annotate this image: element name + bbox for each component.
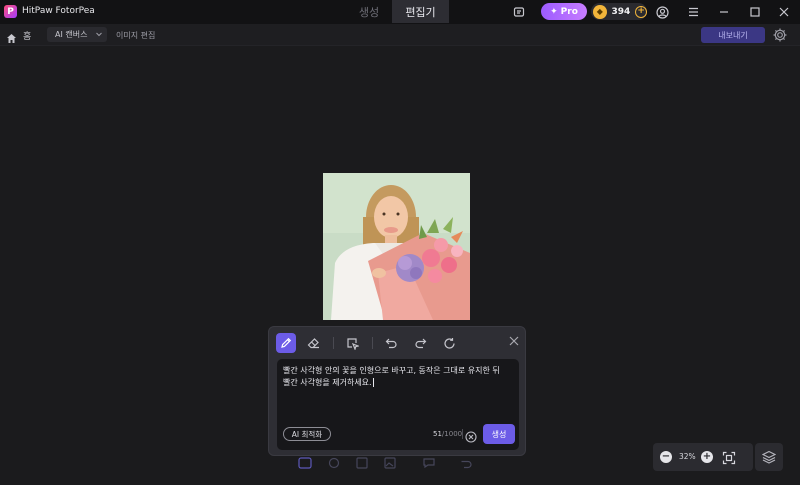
ai-canvas-label: AI 캔버스 (55, 30, 88, 39)
redo-button[interactable] (410, 333, 430, 353)
ai-tool-icon[interactable] (298, 454, 312, 469)
breadcrumb-image-edit: 이미지 편집 (116, 31, 156, 40)
undo-dim-icon[interactable] (460, 454, 474, 469)
undo-icon (385, 338, 397, 349)
pro-label: Pro (560, 6, 578, 17)
toolbar-divider (333, 337, 334, 349)
sub-toolbar: 홈 AI 캔버스 이미지 편집 내보내기 (0, 24, 800, 46)
prompt-text[interactable]: 빨간 사각형 안의 꽃을 인형으로 바꾸고, 동작은 그대로 유지한 뒤 빨간 … (283, 365, 515, 389)
layers-icon (762, 450, 776, 464)
zoom-controls: − 32% + (653, 443, 753, 471)
title-bar: P HitPaw FotorPea 생성 편집기 ✦ Pro ◆ 394 + (0, 0, 800, 24)
home-label[interactable]: 홈 (23, 29, 31, 42)
select-cursor-icon (346, 337, 359, 350)
comment-tool-icon[interactable] (423, 454, 437, 469)
pro-button[interactable]: ✦ Pro (541, 3, 587, 20)
prompt-text-value: 빨간 사각형 안의 꽃을 인형으로 바꾸고, 동작은 그대로 유지한 뒤 빨간 … (283, 366, 500, 387)
coin-icon: ◆ (593, 4, 607, 19)
screen-record-icon[interactable] (511, 4, 527, 20)
toolbar-divider (372, 337, 373, 349)
tab-editor[interactable]: 편집기 (392, 0, 449, 23)
close-icon[interactable] (507, 333, 521, 347)
sparkle-icon: ✦ (550, 6, 558, 17)
canvas-image[interactable] (323, 173, 470, 320)
portrait-photo (323, 173, 470, 320)
credits-badge[interactable]: ◆ 394 + (591, 3, 647, 20)
zoom-level: 32% (679, 452, 696, 461)
app-logo-icon: P (4, 5, 17, 18)
fit-screen-icon[interactable] (722, 450, 736, 465)
export-button[interactable]: 내보내기 (701, 27, 765, 43)
char-count-value: 51 (433, 430, 442, 438)
text-caret (372, 378, 374, 387)
pencil-icon (281, 337, 292, 348)
account-icon[interactable] (654, 4, 670, 20)
refresh-icon (443, 337, 455, 349)
credits-count: 394 (611, 6, 631, 17)
ai-optimize-button[interactable]: AI 최적화 (283, 427, 331, 441)
prompt-input[interactable]: 빨간 사각형 안의 꽃을 인형으로 바꾸고, 동작은 그대로 유지한 뒤 빨간 … (277, 359, 519, 450)
char-count-max: /1000 (441, 430, 463, 438)
tab-generate[interactable]: 생성 (346, 0, 392, 23)
home-icon[interactable] (6, 29, 17, 43)
undo-button[interactable] (381, 333, 401, 353)
minimize-icon[interactable] (716, 4, 732, 20)
generate-button[interactable]: 생성 (483, 424, 515, 444)
app-name: HitPaw FotorPea (22, 6, 95, 16)
reset-button[interactable] (439, 333, 459, 353)
character-count: 51/1000 (433, 430, 462, 438)
app-window: P HitPaw FotorPea 생성 편집기 ✦ Pro ◆ 394 + 홈… (0, 0, 800, 485)
prompt-panel: 빨간 사각형 안의 꽃을 인형으로 바꾸고, 동작은 그대로 유지한 뒤 빨간 … (268, 326, 526, 456)
redo-icon (414, 338, 426, 349)
brush-tool-button[interactable] (276, 333, 296, 353)
text-tool-icon[interactable] (356, 454, 370, 469)
layers-button[interactable] (755, 443, 783, 471)
maximize-icon[interactable] (747, 4, 763, 20)
image-tool-icon[interactable] (384, 454, 398, 469)
clear-text-icon[interactable] (465, 428, 477, 443)
add-credits-icon[interactable]: + (635, 5, 647, 18)
eraser-tool-button[interactable] (303, 333, 323, 353)
chevron-down-icon (96, 32, 102, 37)
zoom-out-icon[interactable]: − (660, 451, 672, 463)
gear-icon[interactable] (772, 27, 788, 43)
zoom-in-icon[interactable]: + (701, 451, 713, 463)
count-divider (462, 429, 463, 439)
select-tool-button[interactable] (342, 333, 362, 353)
menu-icon[interactable] (685, 4, 701, 20)
ai-canvas-dropdown[interactable]: AI 캔버스 (47, 27, 107, 42)
eraser-icon (307, 338, 319, 349)
close-window-icon[interactable] (776, 4, 792, 20)
rotate-tool-icon[interactable] (328, 454, 342, 469)
